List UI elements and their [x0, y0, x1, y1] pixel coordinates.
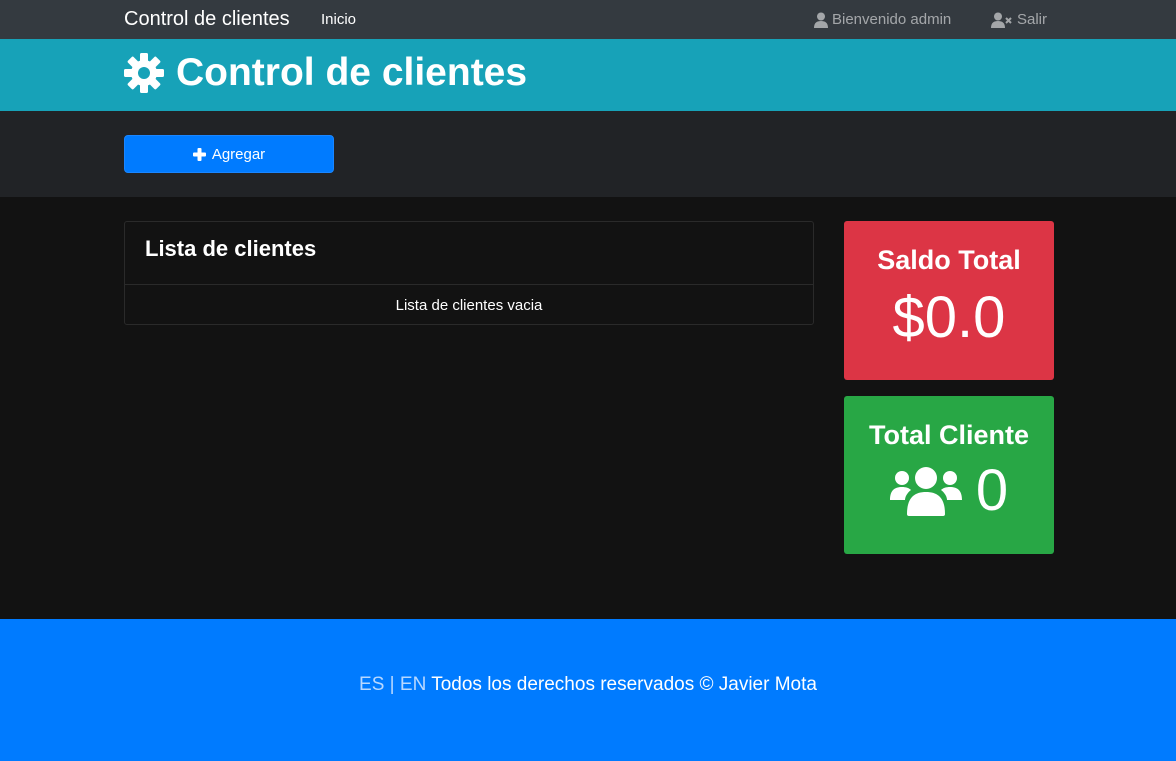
users-icon: [889, 467, 962, 516]
balance-title: Saldo Total: [877, 245, 1021, 275]
navbar-brand[interactable]: Control de clientes: [124, 8, 290, 31]
user-times-icon: [991, 12, 1012, 28]
nav-welcome-user[interactable]: Bienvenido admin: [814, 11, 951, 28]
lang-es-link[interactable]: ES: [359, 674, 384, 695]
copyright-text: Todos los derechos reservados © Javier M…: [431, 674, 817, 695]
client-list-title: Lista de clientes: [145, 236, 317, 261]
client-count-card: Total Cliente 0: [844, 396, 1054, 554]
page-header: Control de clientes: [0, 39, 1176, 111]
plus-icon: [192, 147, 206, 161]
client-count-title: Total Cliente: [868, 420, 1029, 450]
client-list-card: Lista de clientes Lista de clientes vaci…: [124, 221, 814, 325]
welcome-text: Bienvenido admin: [832, 11, 952, 28]
logout-text: Salir: [1017, 11, 1048, 28]
balance-card: Saldo Total $0.0: [844, 221, 1054, 380]
lang-en-link[interactable]: EN: [400, 674, 426, 695]
client-list-header: Lista de clientes: [125, 222, 813, 285]
client-count-value: 0: [975, 458, 1009, 523]
balance-value: $0.0: [892, 285, 1006, 350]
add-client-button[interactable]: Agregar: [124, 135, 334, 173]
actions-bar: Agregar: [0, 111, 1176, 197]
add-button-label: Agregar: [211, 145, 266, 163]
client-list-empty: Lista de clientes vacia: [395, 296, 543, 314]
footer-text: ES | EN Todos los derechos reservados © …: [0, 674, 1176, 696]
nav-link-inicio[interactable]: Inicio: [321, 11, 356, 28]
top-navbar: Control de clientes Inicio Bienvenido ad…: [0, 0, 1176, 39]
page-footer: ES | EN Todos los derechos reservados © …: [0, 619, 1176, 761]
nav-logout-link[interactable]: Salir: [991, 11, 1047, 28]
lang-separator: |: [389, 674, 395, 695]
user-icon: [814, 12, 828, 28]
page-title: Control de clientes: [176, 51, 528, 94]
gear-icon: [124, 53, 164, 93]
